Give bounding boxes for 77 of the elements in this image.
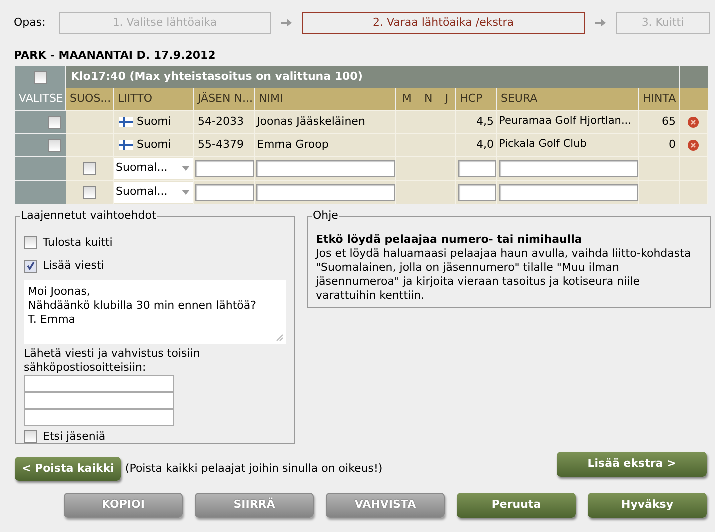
column-header: J [445, 90, 449, 107]
column-header: LIITTO [114, 88, 194, 110]
column-header: NIMI [255, 88, 396, 110]
remove-all-note: (Poista kaikki pelaajat joihin sinulla on oikeus!) [125, 460, 383, 477]
row-checkbox[interactable] [83, 162, 96, 175]
arrow-icon [281, 19, 292, 27]
column-header: JÄSEN N... [194, 88, 255, 110]
table-cell [680, 66, 708, 88]
message-checkbox[interactable] [24, 260, 37, 273]
select-all-checkbox[interactable] [34, 70, 46, 84]
guide-label: Opas: [14, 14, 47, 31]
column-header: N [424, 90, 433, 107]
club-name: Pickala Golf Club [499, 137, 587, 152]
search-members-label: Etsi jäseniä [43, 428, 106, 444]
remove-icon[interactable] [688, 116, 699, 128]
federation-text: Suomi [137, 136, 172, 153]
price-value: 0 [669, 136, 676, 153]
help-text: Jos et löydä haluamaasi pelaajaa haun avulla, vaihda liitto-kohdasta "Suomalainen, jolla on jäsennumero" tilalle "Muu ilman jäsennumeroa" ja kirjoita vieraan tasoitus ja kotiseura niile varattuihin kenttiin. [316, 246, 692, 302]
email-field[interactable] [24, 392, 174, 408]
federation-select[interactable]: Suomal... [114, 182, 193, 203]
player-name: Joonas Jääskeläinen [257, 114, 366, 130]
message-label: Lisää viesti [43, 258, 104, 274]
table-cell [680, 180, 708, 204]
dropdown-caret-icon [182, 190, 190, 195]
member-number-field[interactable] [195, 184, 254, 201]
flag-icon [119, 117, 133, 127]
message-line: Nähdäänkö klubilla 30 min ennen lähtöä? [28, 298, 258, 312]
email-field[interactable] [24, 374, 174, 392]
remove-icon[interactable] [688, 140, 699, 150]
page-heading: PARK - MAANANTAI D. 17.9.2012 [14, 49, 217, 63]
add-extra-button[interactable]: Lisää ekstra > [557, 452, 707, 476]
price-value: 65 [662, 114, 676, 130]
receipt-label: Tulosta kuitti [43, 234, 113, 250]
name-field[interactable] [256, 160, 395, 177]
resize-grip-icon [276, 334, 283, 340]
message-line: T. Emma [28, 312, 77, 326]
row-checkbox[interactable] [48, 116, 61, 128]
remove-all-button[interactable]: < Poista kaikki [15, 457, 122, 481]
step-tab[interactable]: 2. Varaa lähtöaika /ekstra [302, 12, 585, 34]
help-title: Etkö löydä pelaajaa numero- tai nimihaulla [316, 232, 584, 246]
message-field[interactable]: Moi Joonas, Nähdäänkö klubilla 30 min ennen lähtöä? T. Emma [24, 280, 286, 344]
dropdown-caret-icon [182, 166, 190, 171]
arrow-icon [595, 19, 606, 27]
action-button[interactable]: Hyväksy [588, 493, 707, 518]
search-members-checkbox[interactable] [24, 430, 37, 444]
hcp-field[interactable] [458, 184, 496, 201]
member-number-field[interactable] [195, 160, 254, 177]
column-header: HINTA [639, 88, 680, 110]
column-header: VALITSE [15, 88, 66, 110]
club-name: Peuramaa Golf Hjortlan... [499, 114, 632, 130]
row-checkbox[interactable] [83, 186, 96, 199]
hcp-value: 4,0 [476, 136, 494, 153]
receipt-checkbox[interactable] [24, 236, 37, 250]
flag-icon [119, 140, 133, 150]
email-field[interactable] [24, 408, 174, 426]
message-line: Moi Joonas, [28, 284, 92, 298]
club-field[interactable] [499, 184, 638, 201]
action-button[interactable]: Peruuta [457, 493, 576, 518]
member-number: 54-2033 [198, 114, 244, 130]
federation-select[interactable]: Suomal... [114, 158, 193, 179]
column-header: HCP [456, 88, 497, 110]
options-legend: Laajennetut vaihtoehdot [20, 208, 158, 224]
column-header: M [402, 90, 412, 107]
help-legend: Ohje [312, 208, 340, 224]
hcp-value: 4,5 [476, 114, 494, 130]
column-header: SUOS... [66, 88, 114, 110]
name-field[interactable] [256, 184, 395, 201]
player-name: Emma Groop [257, 136, 329, 153]
club-field[interactable] [499, 160, 638, 177]
column-header: SEURA [497, 88, 639, 110]
federation-text: Suomi [137, 114, 172, 130]
member-number: 55-4379 [198, 136, 244, 153]
row-checkbox[interactable] [48, 138, 61, 152]
slot-title: Klo17:40 (Max yhteistasoitus on valittuna 100) [66, 66, 680, 88]
email-label: Lähetä viesti ja vahvistus toisiin sähköpostiosoitteisiin: [24, 346, 202, 374]
hcp-field[interactable] [458, 160, 496, 177]
table-cell [680, 88, 708, 110]
